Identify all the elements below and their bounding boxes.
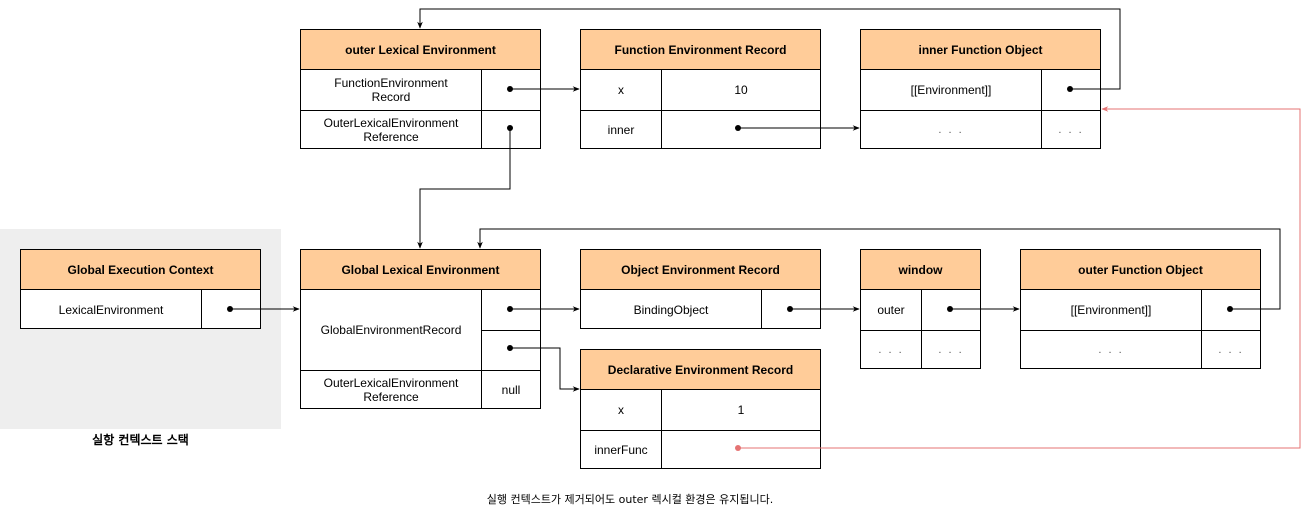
box-title: Declarative Environment Record xyxy=(581,350,820,390)
box-title: Global Execution Context xyxy=(21,250,260,290)
ellipsis: . . . xyxy=(1201,330,1260,369)
box-title: outer Lexical Environment xyxy=(301,30,540,70)
global-execution-context: Global Execution Context LexicalEnvironm… xyxy=(20,249,261,329)
global-environment-record-label: GlobalEnvironmentRecord xyxy=(320,323,462,337)
object-record-pointer xyxy=(481,290,540,330)
ellipsis: . . . xyxy=(1021,330,1201,369)
lexical-environment-pointer xyxy=(201,290,260,329)
ellipsis: . . . xyxy=(861,110,1041,149)
binding-name: inner xyxy=(581,110,661,149)
outer-reference-pointer xyxy=(481,110,540,149)
ellipsis: . . . xyxy=(921,330,980,369)
global-lexical-environment: Global Lexical Environment GlobalEnviron… xyxy=(300,249,541,409)
outer-lexical-environment: outer Lexical Environment FunctionEnviro… xyxy=(300,29,541,149)
binding-value: 10 xyxy=(661,70,820,110)
box-title: Global Lexical Environment xyxy=(301,250,540,290)
box-title: outer Function Object xyxy=(1021,250,1260,290)
window-object: window outer . . . . . . xyxy=(860,249,981,369)
environment-slot-label: [[Environment]] xyxy=(1070,303,1152,317)
environment-slot-pointer xyxy=(1201,290,1260,330)
function-environment-record-label: FunctionEnvironment Record xyxy=(334,76,448,104)
lexical-environment-label: LexicalEnvironment xyxy=(58,302,164,317)
binding-object-pointer xyxy=(761,290,820,329)
declarative-record-pointer xyxy=(481,330,540,370)
binding-pointer xyxy=(661,430,820,469)
stack-label: 실항 컨텍스트 스택 xyxy=(92,433,189,447)
environment-slot-pointer xyxy=(1041,70,1100,110)
box-title: Object Environment Record xyxy=(581,250,820,290)
binding-name: innerFunc xyxy=(581,430,661,469)
environment-slot-label: [[Environment]] xyxy=(910,83,992,97)
object-environment-record: Object Environment Record BindingObject xyxy=(580,249,821,329)
outer-reference-label: OuterLexicalEnvironment Reference xyxy=(301,370,481,409)
box-title: window xyxy=(861,250,980,290)
inner-function-object: inner Function Object [[Environment]] . … xyxy=(860,29,1101,149)
property-name: outer xyxy=(877,303,905,317)
ellipsis: . . . xyxy=(1041,110,1100,149)
binding-value: 1 xyxy=(661,390,820,430)
function-record-pointer xyxy=(481,70,540,110)
box-title: inner Function Object xyxy=(861,30,1100,70)
binding-pointer xyxy=(661,110,820,149)
box-title: Function Environment Record xyxy=(581,30,820,70)
property-pointer xyxy=(921,290,980,330)
function-environment-record: Function Environment Record x 10 inner xyxy=(580,29,821,149)
diagram-caption: 실행 컨텍스트가 제거되어도 outer 렉시컬 환경은 유지됩니다. xyxy=(486,493,774,506)
binding-name: x xyxy=(618,83,624,97)
declarative-environment-record: Declarative Environment Record x 1 inner… xyxy=(580,349,821,469)
ellipsis: . . . xyxy=(861,330,921,369)
binding-name: x xyxy=(618,403,624,417)
binding-object-label: BindingObject xyxy=(633,302,709,317)
outer-reference-value: null xyxy=(481,370,540,409)
outer-function-object: outer Function Object [[Environment]] . … xyxy=(1020,249,1261,369)
outer-reference-label: OuterLexicalEnvironment Reference xyxy=(301,110,481,149)
